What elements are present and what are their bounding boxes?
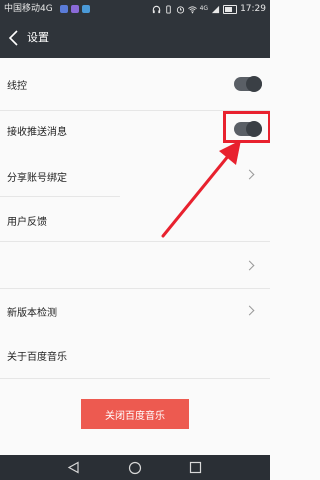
annotation-arrow bbox=[161, 140, 241, 238]
triangle-back-icon[interactable] bbox=[67, 461, 80, 474]
settings-screen: 中国移动4G 4G 17:29 设置 线控 接收推送消息 分享账号绑定 用户反馈… bbox=[0, 0, 270, 480]
square-recent-icon[interactable] bbox=[189, 461, 202, 474]
navigation-bar bbox=[0, 455, 270, 480]
circle-home-icon[interactable] bbox=[128, 461, 142, 475]
